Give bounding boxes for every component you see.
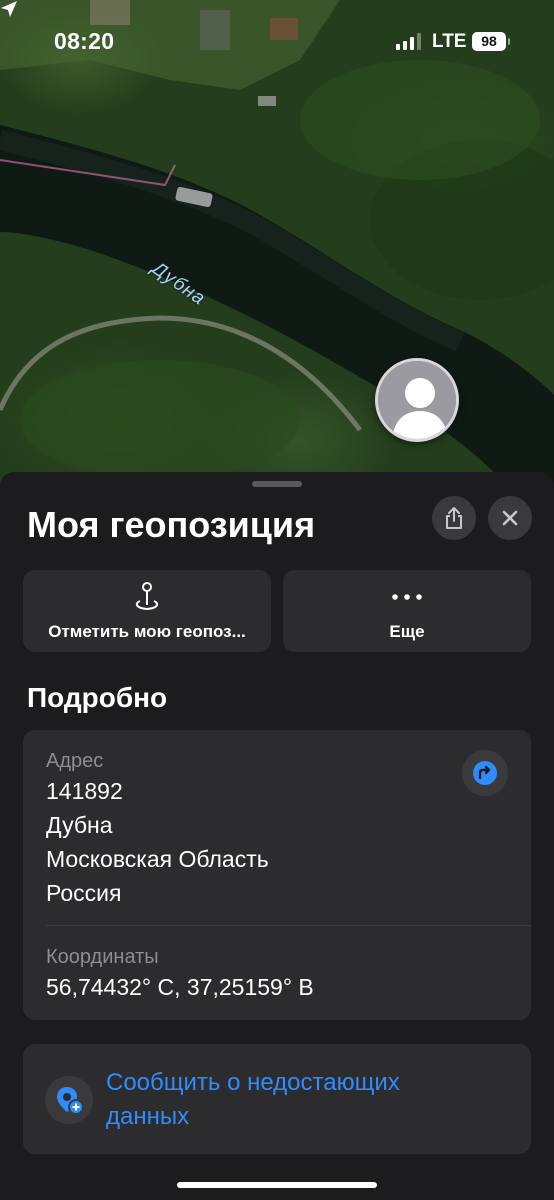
status-bar: 08:20 LTE 98	[0, 0, 554, 84]
avatar-icon	[378, 361, 456, 439]
address-line[interactable]: Московская Область	[46, 846, 269, 873]
mark-location-button[interactable]: Отметить мою геопоз...	[23, 570, 271, 652]
user-location-pin[interactable]	[375, 358, 459, 442]
more-button[interactable]: Еще	[283, 570, 531, 652]
cellular-signal-icon	[396, 32, 421, 50]
more-icon	[392, 594, 422, 600]
report-link[interactable]: Сообщить о недостающих данных	[106, 1066, 486, 1134]
add-place-icon	[57, 1087, 84, 1115]
close-icon	[502, 510, 518, 526]
sheet-title: Моя геопозиция	[27, 504, 316, 545]
share-icon	[446, 507, 462, 529]
clock: 08:20	[54, 28, 115, 54]
share-button[interactable]	[432, 496, 476, 540]
battery-icon: 98	[472, 32, 510, 51]
divider	[46, 925, 531, 926]
mark-location-label: Отметить мою геопоз...	[48, 622, 246, 641]
coordinates-value[interactable]: 56,74432° С, 37,25159° В	[46, 974, 314, 1001]
address-line[interactable]: Дубна	[46, 812, 113, 839]
report-line: данных	[106, 1103, 190, 1130]
report-missing-data-button[interactable]: Сообщить о недостающих данных	[23, 1044, 531, 1154]
details-heading: Подробно	[27, 682, 168, 713]
mark-location-icon	[135, 582, 159, 611]
network-type: LTE	[432, 31, 467, 52]
more-label: Еще	[389, 622, 425, 641]
coordinates-label: Координаты	[46, 946, 159, 968]
address-label: Адрес	[46, 750, 104, 772]
close-button[interactable]	[488, 496, 532, 540]
sheet-grabber[interactable]	[252, 481, 302, 487]
place-sheet: Моя геопозиция Отметить мою геопоз... Ещ…	[0, 472, 554, 1200]
home-indicator[interactable]	[177, 1182, 377, 1188]
report-line: Сообщить о недостающих	[106, 1069, 400, 1096]
map-view[interactable]: Дубна 08:20 LTE 98	[0, 0, 554, 500]
directions-button[interactable]	[462, 750, 508, 796]
location-arrow-icon	[1, 1, 17, 17]
directions-icon	[473, 761, 497, 785]
details-card: Адрес 141892 Дубна Московская Область Ро…	[23, 730, 531, 1020]
address-line[interactable]: 141892	[46, 778, 123, 805]
address-line[interactable]: Россия	[46, 880, 121, 907]
report-icon	[45, 1076, 93, 1124]
